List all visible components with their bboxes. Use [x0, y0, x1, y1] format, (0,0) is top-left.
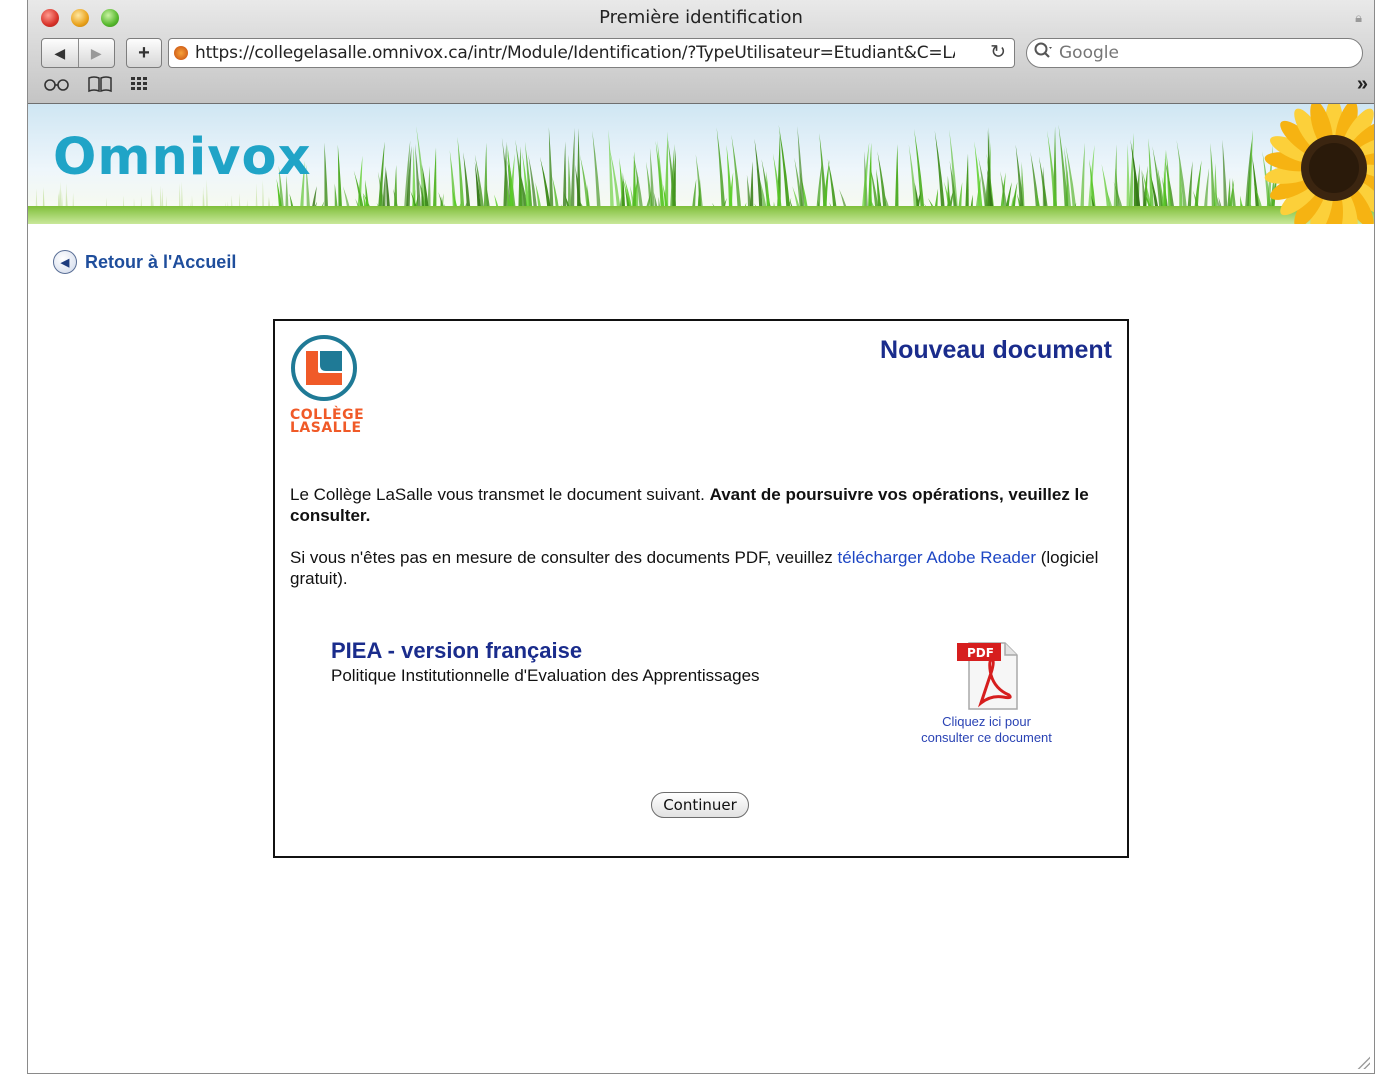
new-document-panel: COLLÈGE LASALLE Nouveau document Le Coll… [273, 319, 1129, 858]
back-to-home-label: Retour à l'Accueil [85, 251, 237, 272]
reload-icon[interactable]: ↻ [990, 41, 1006, 64]
window-title: Première identification [599, 7, 803, 28]
top-sites-grid-icon[interactable] [130, 75, 152, 98]
url-text[interactable]: https://collegelasalle.omnivox.ca/intr/M… [195, 43, 955, 63]
address-bar[interactable]: https://collegelasalle.omnivox.ca/intr/M… [168, 38, 1015, 68]
back-button[interactable]: ◀ [42, 39, 78, 67]
omnivox-banner: Omnivox [28, 104, 1374, 224]
panel-title: Nouveau document [880, 336, 1112, 364]
add-bookmark-button[interactable]: + [126, 38, 162, 68]
continue-button[interactable]: Continuer [651, 792, 749, 818]
grass-ground [28, 206, 1374, 224]
reading-list-icon[interactable] [43, 75, 71, 98]
site-favicon-icon [174, 46, 188, 60]
pdf-caption-line2: consulter ce document [921, 730, 1052, 745]
pdf-notice-text: Si vous n'êtes pas en mesure de consulte… [290, 548, 838, 567]
bookmarks-book-icon[interactable] [87, 75, 113, 98]
download-adobe-reader-link[interactable]: télécharger Adobe Reader [838, 548, 1036, 567]
pdf-notice-paragraph: Si vous n'êtes pas en mesure de consulte… [290, 547, 1110, 589]
pdf-badge-text: PDF [967, 646, 994, 660]
triangle-right-icon: ▶ [90, 44, 102, 61]
pdf-caption-line1: Cliquez ici pour [942, 714, 1031, 729]
back-to-home-link[interactable]: ◀ Retour à l'Accueil [53, 250, 236, 274]
forward-button[interactable]: ▶ [77, 39, 115, 67]
document-title: PIEA - version française [331, 638, 583, 663]
plus-icon: + [138, 41, 150, 64]
more-bookmarks-chevron-icon[interactable]: » [1357, 73, 1368, 96]
omnivox-logo: Omnivox [53, 128, 312, 187]
browser-toolbar: Première identification 🔒︎ ◀ ▶ + https:/… [28, 0, 1374, 104]
search-bar[interactable] [1026, 38, 1363, 68]
history-nav: ◀ ▶ [41, 38, 115, 68]
resize-handle-icon[interactable] [1356, 1055, 1370, 1069]
search-icon[interactable] [1033, 41, 1055, 66]
intro-text: Le Collège LaSalle vous transmet le docu… [290, 485, 710, 504]
triangle-left-icon: ◀ [54, 44, 66, 61]
browser-window: Première identification 🔒︎ ◀ ▶ + https:/… [27, 0, 1375, 1074]
search-input[interactable] [1057, 41, 1351, 65]
open-pdf-link[interactable]: PDF Cliquez ici pour consulter ce docume… [909, 637, 1064, 745]
sunflower-icon [1264, 104, 1374, 224]
lock-icon: 🔒︎ [1355, 10, 1362, 25]
back-arrow-icon: ◀ [53, 250, 77, 274]
document-subtitle: Politique Institutionnelle d'Evaluation … [331, 666, 760, 685]
intro-paragraph: Le Collège LaSalle vous transmet le docu… [290, 484, 1090, 526]
pdf-file-icon: PDF [956, 642, 1018, 710]
college-logo-line2: LASALLE [290, 420, 362, 436]
